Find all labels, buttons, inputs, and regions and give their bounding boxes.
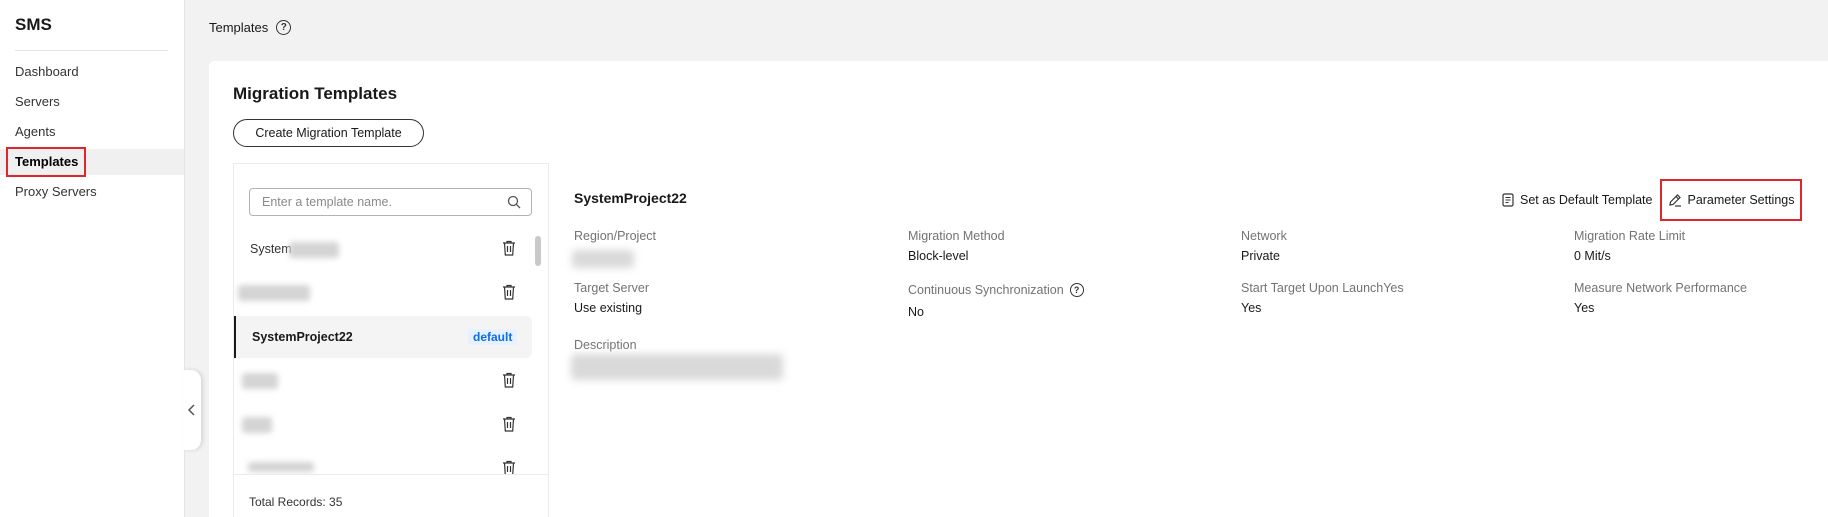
default-badge: default xyxy=(468,329,518,345)
edit-icon xyxy=(1669,194,1682,207)
template-list-item[interactable] xyxy=(234,404,532,446)
template-list-item[interactable] xyxy=(234,272,532,314)
sidebar-collapse-button[interactable] xyxy=(183,370,201,450)
trash-icon[interactable] xyxy=(502,372,516,388)
redacted-text xyxy=(289,242,339,258)
trash-icon[interactable] xyxy=(502,240,516,256)
sidebar-item-dashboard[interactable]: Dashboard xyxy=(0,59,184,85)
set-default-label: Set as Default Template xyxy=(1520,193,1653,207)
sidebar-item-servers[interactable]: Servers xyxy=(0,89,184,115)
target-server-label: Target Server xyxy=(574,281,650,295)
description-label: Description xyxy=(574,338,637,352)
network-value: Private xyxy=(1241,249,1280,263)
continuous-sync-label: Continuous Synchronization xyxy=(908,283,1064,297)
migration-method-value: Block-level xyxy=(908,249,969,263)
continuous-sync-label-row: Continuous Synchronization ? xyxy=(908,283,1084,297)
search-icon[interactable] xyxy=(507,195,521,209)
trash-icon[interactable] xyxy=(502,460,516,474)
target-server-value: Use existing xyxy=(574,301,643,315)
parameter-settings-label: Parameter Settings xyxy=(1687,193,1795,207)
region-project-value xyxy=(572,250,634,268)
migration-rate-limit-label: Migration Rate Limit xyxy=(1574,229,1686,243)
sidebar: SMS Dashboard Servers Agents Templates P… xyxy=(0,0,185,517)
measure-network-value: Yes xyxy=(1574,301,1595,315)
set-default-template-button[interactable]: Set as Default Template xyxy=(1494,181,1660,219)
template-search xyxy=(249,188,532,216)
page-header: Templates ? xyxy=(209,20,292,35)
region-project-label: Region/Project xyxy=(574,229,656,243)
help-icon[interactable]: ? xyxy=(1069,283,1084,297)
highlight-box xyxy=(6,147,86,177)
template-name: System xyxy=(250,242,292,256)
sidebar-item-templates[interactable]: Templates xyxy=(0,147,184,177)
sidebar-item-agents[interactable]: Agents xyxy=(0,119,184,145)
template-list-panel: System SystemProject22 default xyxy=(233,163,549,517)
page-title: Templates xyxy=(209,20,269,35)
sidebar-divider xyxy=(15,50,168,51)
continuous-sync-value: No xyxy=(908,305,924,319)
chevron-left-icon xyxy=(187,404,195,416)
trash-icon[interactable] xyxy=(502,284,516,300)
description-value xyxy=(571,354,783,380)
list-footer: Total Records: 35 xyxy=(234,474,548,517)
migration-method-label: Migration Method xyxy=(908,229,1005,243)
total-records: Total Records: 35 xyxy=(249,495,343,509)
detail-actions: Set as Default Template Parameter Settin… xyxy=(1494,179,1803,221)
start-target-value: Yes xyxy=(1241,301,1262,315)
help-icon[interactable]: ? xyxy=(276,20,292,35)
template-name: SystemProject22 xyxy=(252,330,353,344)
measure-network-label: Measure Network Performance xyxy=(1574,281,1747,295)
redacted-text xyxy=(242,373,278,389)
section-title: Migration Templates xyxy=(233,84,398,103)
template-list-item-selected[interactable]: SystemProject22 default xyxy=(234,316,532,358)
create-migration-template-button[interactable]: Create Migration Template xyxy=(233,119,424,147)
list-scrollbar[interactable] xyxy=(535,236,541,266)
migration-rate-limit-value: 0 Mit/s xyxy=(1574,249,1611,263)
main-card: Migration Templates Create Migration Tem… xyxy=(209,61,1828,517)
trash-icon[interactable] xyxy=(502,416,516,432)
network-label: Network xyxy=(1241,229,1287,243)
template-list-item[interactable]: System xyxy=(234,228,532,270)
app-brand: SMS xyxy=(15,15,52,34)
redacted-text xyxy=(238,285,310,301)
parameter-settings-button[interactable]: Parameter Settings xyxy=(1660,179,1803,221)
redacted-text xyxy=(242,417,272,433)
redacted-text xyxy=(248,462,314,472)
start-target-label: Start Target Upon LaunchYes xyxy=(1241,281,1404,295)
document-icon xyxy=(1502,193,1514,207)
template-search-input[interactable] xyxy=(250,189,490,215)
sidebar-item-proxy-servers[interactable]: Proxy Servers xyxy=(0,179,184,205)
template-list-item[interactable] xyxy=(234,360,532,402)
template-detail-title: SystemProject22 xyxy=(574,190,687,206)
template-list-item[interactable] xyxy=(234,448,532,474)
